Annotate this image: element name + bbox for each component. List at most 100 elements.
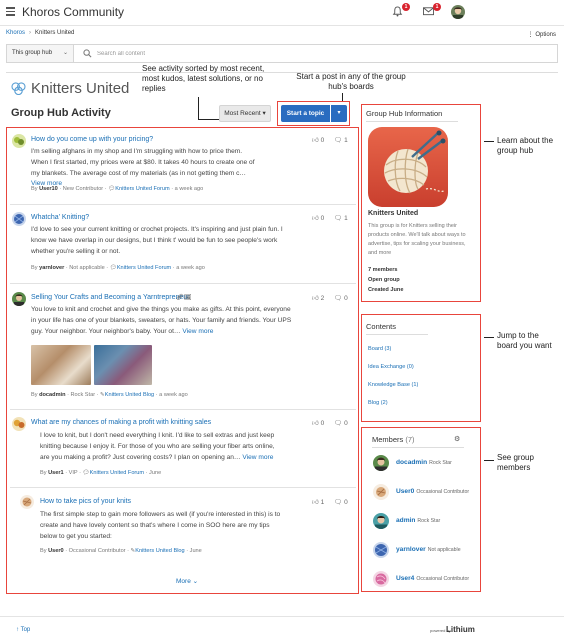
- breadcrumb-root-link[interactable]: Khoros: [6, 30, 25, 36]
- board-link[interactable]: Knitters United Blog: [135, 548, 184, 554]
- author-link[interactable]: docadmin: [39, 392, 65, 398]
- member-link[interactable]: User4 Occasional Contributor: [396, 575, 469, 582]
- info-group-name: Knitters United: [368, 210, 419, 217]
- avatar[interactable]: [12, 134, 26, 148]
- sort-label: Most Recent: [224, 110, 261, 117]
- messages-envelope-icon[interactable]: 1: [423, 3, 441, 17]
- info-title-rule: [366, 121, 458, 122]
- avatar[interactable]: [373, 513, 389, 529]
- callout-connector: [198, 119, 219, 120]
- content-link-knowledge-base[interactable]: Knowledge Base (1): [368, 382, 418, 388]
- kudos-count: 👍︎ 1: [312, 499, 325, 506]
- post-divider: [10, 409, 356, 410]
- post-meta: By yarnlover · Not applicable · 💬︎Knitte…: [31, 265, 205, 271]
- member-link[interactable]: docadmin Rock Star: [396, 459, 452, 466]
- search-scope-label: This group hub: [12, 50, 53, 56]
- view-more-link[interactable]: View more: [242, 454, 273, 461]
- more-button[interactable]: More ⌄: [176, 577, 198, 585]
- view-more-link[interactable]: View more: [182, 328, 213, 335]
- members-title: Members (7): [372, 435, 415, 444]
- search-scope-select[interactable]: This group hub ⌄: [7, 45, 74, 62]
- gear-icon[interactable]: ⚙: [454, 435, 460, 443]
- avatar[interactable]: [12, 212, 26, 226]
- post-meta: By User0 · Occasional Contributor · ✎︎Kn…: [40, 548, 202, 554]
- info-members-count: 7 members: [368, 267, 398, 273]
- avatar[interactable]: [20, 495, 34, 509]
- replies-count: 🗨︎ 0: [334, 420, 348, 427]
- lithium-logo[interactable]: Lithium: [446, 625, 475, 634]
- board-link[interactable]: Knitters United Forum: [115, 186, 169, 192]
- app-title[interactable]: Khoros Community: [22, 5, 124, 19]
- post-preview: You love to knit and crochet and give th…: [31, 306, 292, 335]
- board-link[interactable]: Knitters United Forum: [90, 470, 144, 476]
- activity-title: Group Hub Activity: [11, 107, 111, 119]
- sort-dropdown[interactable]: Most Recent ▾: [219, 105, 271, 122]
- replies-count: 🗨︎ 0: [334, 499, 348, 506]
- post-image-yarn-skeins[interactable]: [94, 345, 152, 385]
- menu-icon[interactable]: [6, 7, 15, 18]
- post-title-link[interactable]: Whatcha' Knitting?: [31, 214, 89, 221]
- post-title-link[interactable]: What are my chances of making a profit w…: [31, 419, 211, 426]
- notifications-badge: 1: [402, 3, 410, 11]
- user-avatar[interactable]: [451, 5, 465, 19]
- member-link[interactable]: User0 Occasional Contributor: [396, 488, 469, 495]
- author-link[interactable]: User10: [39, 186, 58, 192]
- post-divider: [10, 487, 356, 488]
- avatar[interactable]: [12, 292, 26, 306]
- kudos-count: 👍︎ 2: [312, 295, 325, 302]
- members-highlight: [361, 427, 481, 592]
- arrow-up-icon: ↑: [16, 627, 19, 633]
- breadcrumb: Khoros › Knitters United: [6, 30, 75, 36]
- speech-bubble-icon: 🗨︎: [334, 137, 343, 144]
- replies-count: 🗨︎ 0: [334, 295, 348, 302]
- chevron-down-icon: ⌄: [192, 578, 199, 585]
- options-label: Options: [535, 32, 556, 38]
- options-menu[interactable]: ⋮ Options: [528, 31, 556, 38]
- post-preview: I'm selling afghans in my shop and I'm s…: [31, 148, 255, 188]
- avatar[interactable]: [373, 484, 389, 500]
- member-link[interactable]: admin Rock Star: [396, 517, 440, 524]
- post-meta: By User1 · VIP · 💬︎Knitters United Forum…: [40, 470, 162, 476]
- member-link[interactable]: yarnlover Not applicable: [396, 546, 461, 553]
- callout-members: See group members: [497, 453, 534, 472]
- thumbs-up-icon: 👍︎: [312, 499, 319, 506]
- avatar[interactable]: [373, 455, 389, 471]
- back-to-top-link[interactable]: ↑ Top: [16, 627, 30, 633]
- forum-icon: 💬︎: [109, 265, 117, 271]
- content-link-blog[interactable]: Blog (2): [368, 400, 388, 406]
- callout-sort: See activity sorted by most recent, most…: [142, 64, 265, 93]
- forum-icon: 💬︎: [82, 470, 90, 476]
- post-image-knitting-hands[interactable]: [31, 345, 91, 385]
- group-hub-icon: [11, 82, 26, 97]
- post-divider: [10, 204, 356, 205]
- author-link[interactable]: yarnlover: [39, 265, 64, 271]
- avatar[interactable]: [373, 542, 389, 558]
- avatar[interactable]: [373, 571, 389, 587]
- board-link[interactable]: Knitters United Forum: [117, 265, 171, 271]
- search-bar: This group hub ⌄: [6, 44, 558, 63]
- post-title-link[interactable]: Selling Your Crafts and Becoming a Yarnt…: [31, 294, 190, 301]
- callout-content: Jump to the board you want: [497, 331, 552, 350]
- avatar[interactable]: [12, 417, 26, 431]
- thumbs-up-icon: 👍︎: [312, 420, 319, 427]
- search-input[interactable]: [97, 47, 537, 60]
- contents-title-rule: [366, 334, 428, 335]
- post-meta: By docadmin · Rock Star · ✎︎Knitters Uni…: [31, 392, 188, 398]
- top-bar: Khoros Community 1 1: [0, 0, 564, 26]
- notifications-bell-icon[interactable]: 1: [392, 3, 410, 17]
- vertical-dots-icon: ⋮: [527, 32, 534, 38]
- post-title-link[interactable]: How do you come up with your pricing?: [31, 136, 153, 143]
- callout-connector: [198, 97, 199, 119]
- content-link-board[interactable]: Board (3): [368, 346, 391, 352]
- board-link[interactable]: Knitters United Blog: [105, 392, 154, 398]
- post-title-link[interactable]: How to take pics of your knits: [40, 498, 131, 505]
- content-link-idea-exchange[interactable]: Idea Exchange (0): [368, 364, 414, 370]
- replies-count: 🗨︎ 1: [334, 215, 348, 222]
- members-title-rule: [372, 447, 464, 448]
- link-icon: 🔗︎: [176, 295, 184, 301]
- author-link[interactable]: User0: [48, 548, 64, 554]
- callout-connector: [484, 141, 494, 142]
- group-name: Knitters United: [31, 80, 130, 97]
- post-divider: [10, 283, 356, 284]
- author-link[interactable]: User1: [48, 470, 64, 476]
